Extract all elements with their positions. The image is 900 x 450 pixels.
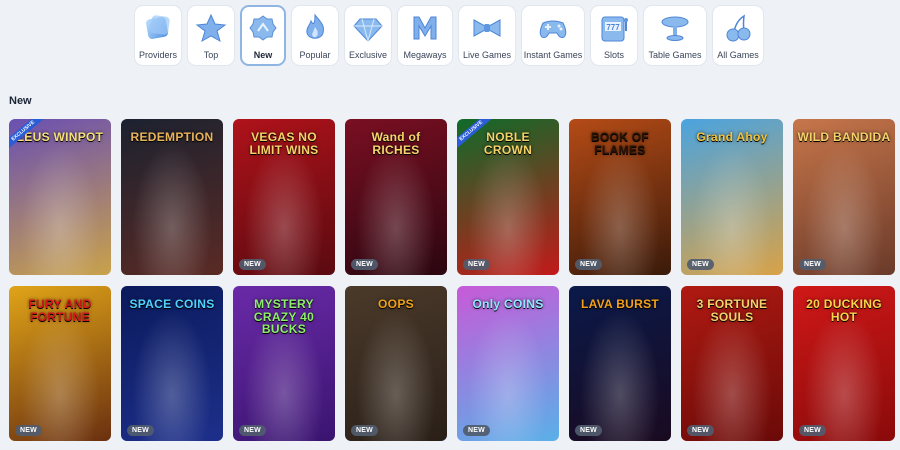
game-tile[interactable]: VEGAS NO LIMIT WINS NEW [233, 119, 335, 275]
game-title: VEGAS NO LIMIT WINS [249, 130, 319, 157]
table-icon [657, 12, 693, 44]
category-tab-table-games[interactable]: Table Games [643, 5, 707, 66]
category-tab-popular[interactable]: Popular [291, 5, 339, 66]
game-tile[interactable]: Grand Ahoy NEW [681, 119, 783, 275]
game-tile[interactable]: OOPS NEW [345, 286, 447, 441]
new-badge: NEW [239, 425, 266, 436]
game-tile[interactable]: 20 DUCKING HOT NEW [793, 286, 895, 441]
new-badge: NEW [127, 425, 154, 436]
new-badge: NEW [463, 259, 490, 270]
new-badge: NEW [687, 259, 714, 270]
category-label: Megaways [403, 50, 447, 60]
new-badge: NEW [463, 425, 490, 436]
game-tile[interactable]: WILD BANDIDA NEW [793, 119, 895, 275]
game-tile[interactable]: LAVA BURST NEW [569, 286, 671, 441]
category-label: Providers [138, 50, 177, 60]
game-tile[interactable]: REDEMPTION [121, 119, 223, 275]
category-label: All Games [717, 50, 759, 60]
category-tab-live-games[interactable]: Live Games [458, 5, 516, 66]
section-title: New [9, 95, 32, 107]
new-badge: NEW [15, 425, 42, 436]
category-label: Live Games [462, 50, 512, 60]
game-tile[interactable]: Only COINS NEW [457, 286, 559, 441]
category-tab-instant-games[interactable]: Instant Games [521, 5, 585, 66]
bowtie-icon [469, 12, 505, 44]
game-title: MYSTERY CRAZY 40 BUCKS [253, 297, 315, 337]
category-tab-megaways[interactable]: Megaways [397, 5, 453, 66]
new-badge: NEW [799, 425, 826, 436]
game-tile[interactable]: Wand of RICHES NEW [345, 119, 447, 275]
game-title: NOBLE CROWN [483, 130, 533, 157]
game-tile[interactable]: FURY AND FORTUNE NEW [9, 286, 111, 441]
new-badge: NEW [575, 259, 602, 270]
game-tile[interactable]: ZEUS WINPOT EXCLUSIVE [9, 119, 111, 275]
game-grid: ZEUS WINPOT EXCLUSIVE REDEMPTION VEGAS NO L… [9, 119, 895, 441]
game-title: REDEMPTION [130, 130, 214, 144]
game-title: LAVA BURST [580, 297, 660, 311]
game-tile[interactable]: NOBLE CROWN EXCLUSIVE NEW [457, 119, 559, 275]
providers-icon [140, 12, 176, 44]
game-tile[interactable]: BOOK OF FLAMES NEW [569, 119, 671, 275]
new-badge: NEW [687, 425, 714, 436]
category-tab-new[interactable]: New [240, 5, 286, 66]
game-title: OOPS [378, 297, 414, 311]
game-title: Only COINS [472, 297, 544, 311]
category-label: New [253, 50, 273, 60]
svg-text:777: 777 [606, 23, 620, 32]
game-title: SPACE COINS [129, 297, 215, 311]
new-badge: NEW [239, 259, 266, 270]
category-label: Exclusive [348, 50, 387, 60]
category-tab-top[interactable]: Top [187, 5, 235, 66]
new-badge-icon [245, 12, 281, 44]
star-icon [193, 12, 229, 44]
slot-machine-icon: 777 [596, 12, 632, 44]
game-tile[interactable]: MYSTERY CRAZY 40 BUCKS NEW [233, 286, 335, 441]
game-tile[interactable]: 3 FORTUNE SOULS NEW [681, 286, 783, 441]
category-tab-slots[interactable]: 777 Slots [590, 5, 638, 66]
new-badge: NEW [799, 259, 826, 270]
gamepad-icon [535, 12, 571, 44]
new-badge: NEW [351, 259, 378, 270]
new-badge: NEW [575, 425, 602, 436]
category-tab-all-games[interactable]: All Games [712, 5, 764, 66]
category-bar: Providers Top New Popular Exclusive Megaways L… [134, 5, 764, 66]
category-label: Slots [603, 50, 624, 60]
game-title: FURY AND FORTUNE [28, 297, 92, 324]
category-tab-providers[interactable]: Providers [134, 5, 182, 66]
category-label: Popular [299, 50, 331, 60]
new-badge: NEW [351, 425, 378, 436]
game-title: Grand Ahoy [696, 130, 768, 144]
category-label: Instant Games [523, 50, 583, 60]
category-label: Top [203, 50, 219, 60]
game-tile[interactable]: SPACE COINS NEW [121, 286, 223, 441]
game-title: Wand of RICHES [371, 130, 421, 157]
megaways-icon [407, 12, 443, 44]
game-title: 20 DUCKING HOT [806, 297, 882, 324]
game-title: WILD BANDIDA [797, 130, 891, 144]
diamond-icon [350, 12, 386, 44]
category-tab-exclusive[interactable]: Exclusive [344, 5, 392, 66]
flame-icon [297, 12, 333, 44]
game-title: 3 FORTUNE SOULS [696, 297, 768, 324]
cherries-icon [720, 12, 756, 44]
category-label: Table Games [648, 50, 702, 60]
game-title: BOOK OF FLAMES [590, 130, 650, 157]
